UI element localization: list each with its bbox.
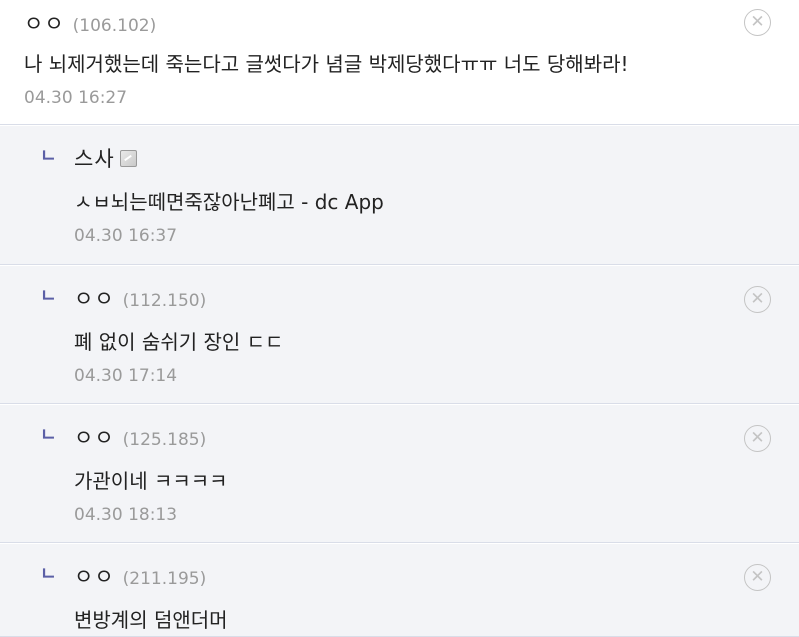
- comment-header: 스사: [74, 143, 137, 173]
- comment-text: ㅅㅂ뇌는떼면죽잖아난폐고 - dc App: [74, 190, 384, 214]
- nickname[interactable]: ㅇㅇ: [24, 8, 65, 38]
- delete-icon[interactable]: ✕: [744, 286, 771, 313]
- reply-comment: ㄴ ㅇㅇ (211.195) ✕ 변방계의 덤앤더머: [0, 544, 799, 637]
- comment-header: ㅇㅇ (211.195): [74, 561, 206, 591]
- comment-text: 가관이네 ㅋㅋㅋㅋ: [74, 469, 228, 493]
- comment-date: 04.30 17:14: [74, 366, 178, 386]
- comment-text: 변방계의 덤앤더머: [74, 608, 228, 632]
- comment-header: ㅇㅇ (112.150): [74, 283, 206, 313]
- ip-address: (125.185): [122, 430, 207, 450]
- ip-address: (211.195): [122, 569, 207, 589]
- comment-header: ㅇㅇ (106.102): [24, 8, 156, 38]
- comment-thread: ㅇㅇ (106.102) ✕ 나 뇌제거했는데 죽는다고 글썻다가 념글 박제당…: [0, 0, 799, 637]
- delete-icon[interactable]: ✕: [744, 425, 771, 452]
- delete-icon[interactable]: ✕: [744, 564, 771, 591]
- reply-marker-icon: ㄴ: [40, 425, 57, 446]
- memo-icon: [119, 150, 137, 167]
- reply-marker-icon: ㄴ: [40, 146, 57, 167]
- comment-date: 04.30 16:37: [74, 226, 178, 246]
- reply-marker-icon: ㄴ: [40, 564, 57, 585]
- comment: ㅇㅇ (106.102) ✕ 나 뇌제거했는데 죽는다고 글썻다가 념글 박제당…: [0, 0, 799, 125]
- comment-text: 나 뇌제거했는데 죽는다고 글썻다가 념글 박제당했다ㅠㅠ 너도 당해봐라!: [24, 52, 629, 76]
- ip-address: (106.102): [72, 16, 157, 36]
- delete-icon[interactable]: ✕: [744, 9, 771, 36]
- comment-text: 폐 없이 숨쉬기 장인 ㄷㄷ: [74, 330, 284, 354]
- nickname[interactable]: 스사: [74, 143, 115, 173]
- nickname[interactable]: ㅇㅇ: [74, 561, 115, 591]
- reply-comment: ㄴ 스사 ㅅㅂ뇌는떼면죽잖아난폐고 - dc App 04.30 16:37: [0, 126, 799, 265]
- ip-address: (112.150): [122, 291, 207, 311]
- nickname[interactable]: ㅇㅇ: [74, 422, 115, 452]
- reply-comment: ㄴ ㅇㅇ (112.150) ✕ 폐 없이 숨쉬기 장인 ㄷㄷ 04.30 17…: [0, 266, 799, 404]
- reply-marker-icon: ㄴ: [40, 286, 57, 307]
- nickname[interactable]: ㅇㅇ: [74, 283, 115, 313]
- comment-date: 04.30 18:13: [74, 505, 178, 525]
- comment-date: 04.30 16:27: [24, 88, 128, 108]
- comment-header: ㅇㅇ (125.185): [74, 422, 206, 452]
- reply-comment: ㄴ ㅇㅇ (125.185) ✕ 가관이네 ㅋㅋㅋㅋ 04.30 18:13: [0, 405, 799, 543]
